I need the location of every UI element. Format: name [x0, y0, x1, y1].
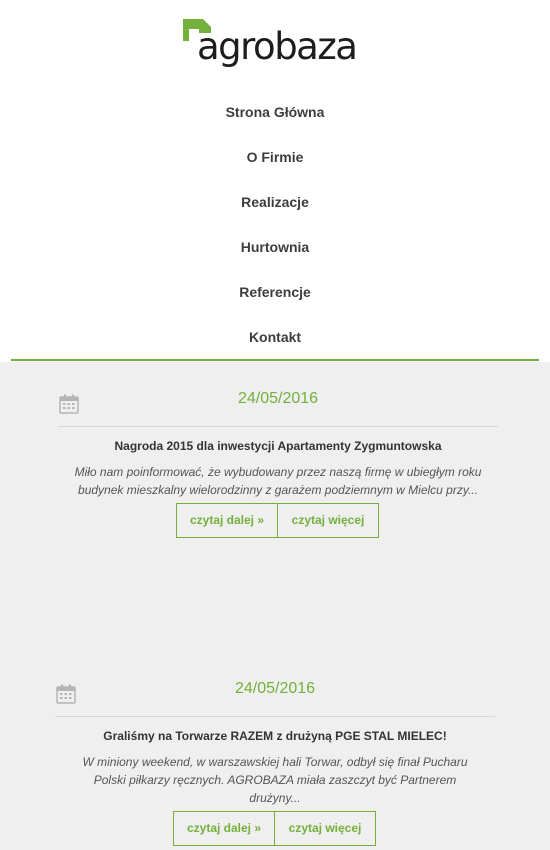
news-actions: czytaj dalej » czytaj więcej [55, 811, 495, 846]
site-header: agrobaza Strona Główna O Firmie Realizac… [0, 0, 550, 362]
site-logo[interactable]: agrobaza [183, 17, 373, 68]
news-date: 24/05/2016 [237, 390, 319, 407]
news-excerpt: Miło nam poinformować, że wybudowany prz… [74, 465, 482, 497]
news-item: 24/05/2016 Graliśmy na Torwarze RAZEM z … [55, 672, 495, 846]
news-divider [55, 716, 495, 717]
nav-item-o-firmie[interactable]: O Firmie [0, 135, 550, 180]
nav-item-referencje[interactable]: Referencje [0, 270, 550, 315]
read-more-button[interactable]: czytaj dalej » [176, 503, 278, 538]
nav-item-kontakt[interactable]: Kontakt [0, 315, 550, 360]
main-nav: Strona Główna O Firmie Realizacje Hurtow… [0, 90, 550, 360]
news-actions: czytaj dalej » czytaj więcej [58, 503, 498, 538]
news-date-row: 24/05/2016 [55, 672, 495, 716]
nav-item-realizacje[interactable]: Realizacje [0, 180, 550, 225]
news-item: 24/05/2016 Nagroda 2015 dla inwestycji A… [58, 382, 498, 538]
read-more-alt-button[interactable]: czytaj więcej [274, 811, 376, 846]
read-more-alt-button[interactable]: czytaj więcej [277, 503, 379, 538]
nav-item-hurtownia[interactable]: Hurtownia [0, 225, 550, 270]
read-more-button[interactable]: czytaj dalej » [173, 811, 275, 846]
nav-item-strona-glowna[interactable]: Strona Główna [0, 90, 550, 135]
nav-divider [11, 359, 539, 361]
news-excerpt: W miniony weekend, w warszawskiej hali T… [82, 755, 468, 805]
news-title[interactable]: Nagroda 2015 dla inwestycji Apartamenty … [58, 439, 498, 453]
logo-text: agrobaza [197, 25, 358, 68]
news-list: 24/05/2016 Nagroda 2015 dla inwestycji A… [0, 362, 550, 850]
news-title[interactable]: Graliśmy na Torwarze RAZEM z drużyną PGE… [55, 729, 495, 743]
news-date: 24/05/2016 [234, 680, 316, 697]
news-date-row: 24/05/2016 [58, 382, 498, 426]
news-divider [58, 426, 498, 427]
